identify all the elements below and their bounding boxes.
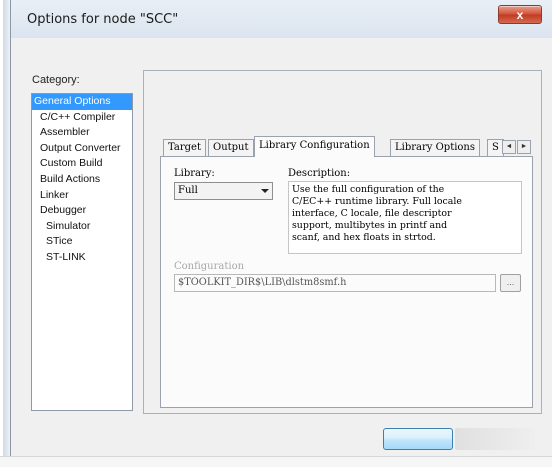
- description-line: C/EC++ runtime library. Full locale: [292, 196, 462, 207]
- library-label: Library:: [174, 168, 215, 179]
- tab-target[interactable]: Target: [163, 139, 206, 156]
- category-item-build-actions[interactable]: Build Actions: [32, 172, 132, 188]
- tab-library-options[interactable]: Library Options: [390, 139, 480, 156]
- library-select[interactable]: Full: [174, 182, 273, 200]
- title-bar: Options for node "SCC" x: [11, 0, 552, 38]
- category-item-general-options[interactable]: General Options: [32, 94, 132, 110]
- tab-library-configuration[interactable]: Library Configuration: [254, 136, 375, 157]
- tab-scroll-right-icon[interactable]: ►: [517, 140, 531, 154]
- tab-strip: Target Output Library Configuration Libr…: [153, 136, 533, 157]
- browse-button[interactable]: ...: [500, 274, 521, 292]
- category-item-assembler[interactable]: Assembler: [32, 125, 132, 141]
- library-select-value: Full: [178, 185, 198, 196]
- close-button[interactable]: x: [498, 5, 542, 24]
- window-left-edge: [0, 0, 10, 467]
- description-label: Description:: [288, 168, 351, 179]
- configuration-label: Configuration: [174, 261, 245, 272]
- tab-scroll-left-icon[interactable]: ◄: [502, 140, 516, 154]
- category-list[interactable]: General Options C/C++ Compiler Assembler…: [31, 93, 133, 411]
- description-line: support, multibytes in printf and: [292, 220, 448, 231]
- category-item-debugger[interactable]: Debugger: [32, 203, 132, 219]
- chevron-down-icon: [261, 189, 269, 193]
- category-item-simulator[interactable]: Simulator: [32, 219, 132, 235]
- category-item-st-link[interactable]: ST-LINK: [32, 250, 132, 266]
- category-item-stice[interactable]: STice: [32, 234, 132, 250]
- category-item-c-cpp-compiler[interactable]: C/C++ Compiler: [32, 110, 132, 126]
- close-icon: x: [516, 7, 524, 22]
- tab-output[interactable]: Output: [208, 139, 254, 156]
- description-line: interface, C locale, file descriptor: [292, 208, 452, 219]
- category-item-output-converter[interactable]: Output Converter: [32, 141, 132, 157]
- category-item-linker[interactable]: Linker: [32, 188, 132, 204]
- configuration-field[interactable]: $TOOLKIT_DIR$\LIB\dlstm8smf.h: [174, 274, 496, 292]
- category-label: Category:: [32, 74, 80, 86]
- description-line: Use the full configuration of the: [292, 184, 445, 195]
- ok-button[interactable]: [383, 428, 453, 450]
- bottom-strip: [0, 456, 552, 467]
- blurred-button-area: [455, 428, 535, 450]
- description-box: Use the full configuration of the C/EC++…: [288, 181, 522, 254]
- category-item-custom-build[interactable]: Custom Build: [32, 156, 132, 172]
- dialog-title: Options for node "SCC": [27, 12, 179, 27]
- description-line: scanf, and hex floats in strtod.: [292, 232, 436, 243]
